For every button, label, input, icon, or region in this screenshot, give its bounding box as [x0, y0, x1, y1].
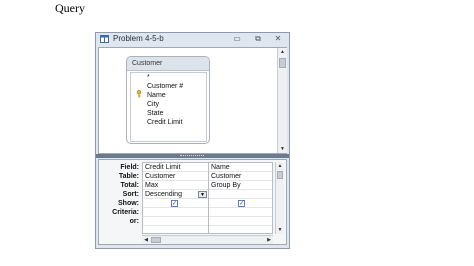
- grid-vscroll-thumb[interactable]: [277, 171, 283, 179]
- grid-vertical-scrollbar[interactable]: ▲ ▼: [275, 162, 284, 234]
- document-heading: Query: [55, 1, 85, 15]
- design-grid-pane: Field: Table: Total: Sort: Show: Criteri…: [98, 159, 287, 245]
- field-name[interactable]: Name: [147, 92, 166, 99]
- grid-cell-table-1[interactable]: Customer: [143, 172, 208, 181]
- grid-cell-criteria-1[interactable]: [143, 208, 208, 217]
- grid-scroll-down-icon[interactable]: ▼: [276, 226, 284, 234]
- grid-cell-total-2[interactable]: Group By: [209, 181, 272, 190]
- scroll-thumb[interactable]: [279, 58, 286, 68]
- pane-splitter[interactable]: [96, 154, 289, 158]
- show-checkbox-1[interactable]: ✓: [171, 200, 178, 207]
- query-design-icon: [100, 35, 109, 43]
- show-checkbox-2[interactable]: ✓: [238, 200, 245, 207]
- window-title: Problem 4-5-b: [113, 34, 164, 43]
- sort-dropdown-icon[interactable]: ▼: [198, 191, 207, 198]
- grid-cell-field-1[interactable]: Credit Limit: [143, 163, 208, 172]
- scroll-up-icon[interactable]: ▲: [278, 48, 287, 56]
- scroll-down-icon[interactable]: ▼: [278, 145, 287, 153]
- minimize-icon[interactable]: ▭: [232, 34, 242, 44]
- grid-cell-field-2[interactable]: Name: [209, 163, 272, 172]
- grid-horizontal-scrollbar[interactable]: ◀ ▶: [142, 235, 273, 244]
- window-titlebar[interactable]: Problem 4-5-b ▭ ⧉ ✕: [96, 33, 289, 46]
- table-box-title[interactable]: Customer: [127, 57, 209, 71]
- grid-cell-sort-2[interactable]: [209, 190, 272, 199]
- row-label-show: Show:: [118, 200, 139, 207]
- grid-cell-table-2[interactable]: Customer: [209, 172, 272, 181]
- query-design-grid: Credit Limit Customer Max Descending ✓ ▼…: [142, 162, 273, 234]
- row-label-total: Total:: [120, 182, 139, 189]
- grid-scroll-up-icon[interactable]: ▲: [276, 162, 284, 170]
- row-label-table: Table:: [118, 173, 139, 180]
- grid-cell-or-2[interactable]: [209, 217, 272, 226]
- table-pane[interactable]: Customer * Customer # Name City State Cr…: [98, 47, 287, 154]
- query-design-window: Problem 4-5-b ▭ ⧉ ✕ Customer * Customer …: [95, 32, 290, 249]
- grid-cell-show-2[interactable]: ✓: [209, 199, 272, 208]
- row-label-sort: Sort:: [122, 191, 139, 198]
- grid-scroll-left-icon[interactable]: ◀: [142, 236, 150, 244]
- grid-scroll-right-icon[interactable]: ▶: [265, 236, 273, 244]
- primary-key-icon: [136, 90, 142, 98]
- close-icon[interactable]: ✕: [273, 34, 283, 44]
- restore-icon[interactable]: ⧉: [253, 34, 263, 44]
- field-list: * Customer # Name City State Credit Limi…: [130, 72, 207, 142]
- grid-cell-show-1[interactable]: ✓: [143, 199, 208, 208]
- row-label-field: Field:: [120, 164, 139, 171]
- grid-cell-criteria-2[interactable]: [209, 208, 272, 217]
- field-customer-number[interactable]: Customer #: [147, 83, 183, 90]
- field-credit-limit[interactable]: Credit Limit: [147, 119, 182, 126]
- grid-cell-total-1[interactable]: Max: [143, 181, 208, 190]
- grid-cell-or-1[interactable]: [143, 217, 208, 226]
- field-all[interactable]: *: [147, 74, 150, 81]
- row-label-criteria: Criteria:: [112, 209, 139, 216]
- grid-hscroll-thumb[interactable]: [151, 237, 161, 243]
- row-label-or: or:: [129, 218, 139, 225]
- splitter-grip[interactable]: [180, 155, 204, 158]
- field-state[interactable]: State: [147, 110, 163, 117]
- customer-table-box[interactable]: Customer * Customer # Name City State Cr…: [126, 56, 210, 144]
- table-pane-vertical-scrollbar[interactable]: ▲ ▼: [277, 48, 287, 153]
- field-city[interactable]: City: [147, 101, 159, 108]
